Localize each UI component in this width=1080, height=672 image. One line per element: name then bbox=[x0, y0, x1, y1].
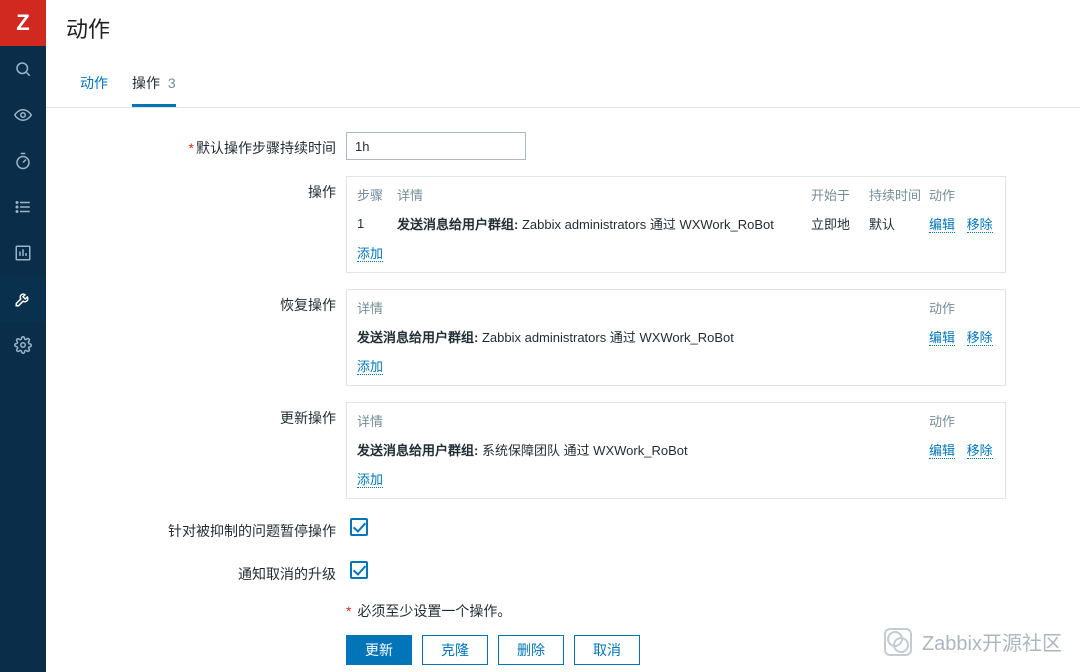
cell-duration: 默认 bbox=[869, 214, 929, 233]
remove-link[interactable]: 移除 bbox=[967, 443, 993, 459]
chart-icon[interactable] bbox=[0, 230, 46, 276]
col-start: 开始于 bbox=[811, 185, 869, 204]
form: *默认操作步骤持续时间 操作 步骤 详情 开始于 持续时间 动作 bbox=[46, 108, 1080, 672]
operation-row: 1 发送消息给用户群组: Zabbix administrators 通过 WX… bbox=[357, 210, 995, 237]
remove-link[interactable]: 移除 bbox=[967, 217, 993, 233]
label-recovery: 恢复操作 bbox=[80, 289, 346, 315]
watermark-text: Zabbix开源社区 bbox=[922, 627, 1062, 656]
page-title: 动作 bbox=[46, 0, 1080, 52]
input-default-duration[interactable] bbox=[346, 132, 526, 160]
add-update-link[interactable]: 添加 bbox=[357, 472, 383, 488]
add-recovery-link[interactable]: 添加 bbox=[357, 359, 383, 375]
col-detail: 详情 bbox=[357, 298, 929, 317]
search-icon[interactable] bbox=[0, 46, 46, 92]
label-notify-cancel: 通知取消的升级 bbox=[80, 558, 346, 584]
col-actions: 动作 bbox=[929, 298, 995, 317]
label-pause: 针对被抑制的问题暂停操作 bbox=[80, 515, 346, 541]
label-operations: 操作 bbox=[80, 176, 346, 202]
recovery-row: 发送消息给用户群组: Zabbix administrators 通过 WXWo… bbox=[357, 323, 995, 350]
brand-logo[interactable]: Z bbox=[0, 0, 46, 46]
cell-detail: 发送消息给用户群组: Zabbix administrators 通过 WXWo… bbox=[357, 327, 929, 346]
update-row: 发送消息给用户群组: 系统保障团队 通过 WXWork_RoBot 编辑 移除 bbox=[357, 436, 995, 463]
gear-icon[interactable] bbox=[0, 322, 46, 368]
tab-operations[interactable]: 操作 3 bbox=[132, 62, 176, 107]
tab-count: 3 bbox=[168, 75, 176, 91]
wrench-icon[interactable] bbox=[0, 276, 46, 322]
tabs: 动作 操作 3 bbox=[46, 62, 1080, 108]
list-icon[interactable] bbox=[0, 184, 46, 230]
main-content: 动作 动作 操作 3 *默认操作步骤持续时间 操作 bbox=[46, 0, 1080, 672]
add-operation-link[interactable]: 添加 bbox=[357, 246, 383, 262]
label-update: 更新操作 bbox=[80, 402, 346, 428]
label-default-duration: *默认操作步骤持续时间 bbox=[80, 132, 346, 158]
edit-link[interactable]: 编辑 bbox=[929, 217, 955, 233]
col-step: 步骤 bbox=[357, 185, 397, 204]
cell-start: 立即地 bbox=[811, 214, 869, 233]
update-button[interactable]: 更新 bbox=[346, 635, 412, 665]
tab-label: 动作 bbox=[80, 75, 108, 91]
update-box: 详情 动作 发送消息给用户群组: 系统保障团队 通过 WXWork_RoBot … bbox=[346, 402, 1006, 499]
clone-button[interactable]: 克隆 bbox=[422, 635, 488, 665]
col-detail: 详情 bbox=[357, 411, 929, 430]
sidebar: Z bbox=[0, 0, 46, 672]
remove-link[interactable]: 移除 bbox=[967, 330, 993, 346]
cell-detail: 发送消息给用户群组: 系统保障团队 通过 WXWork_RoBot bbox=[357, 440, 929, 459]
watermark: Zabbix开源社区 bbox=[884, 627, 1062, 656]
tab-label: 操作 bbox=[132, 75, 160, 91]
checkbox-pause[interactable] bbox=[350, 518, 368, 536]
wechat-icon bbox=[884, 628, 912, 656]
edit-link[interactable]: 编辑 bbox=[929, 443, 955, 459]
operations-box: 步骤 详情 开始于 持续时间 动作 1 发送消息给用户群组: Zabbix ad… bbox=[346, 176, 1006, 273]
checkbox-notify-cancel[interactable] bbox=[350, 561, 368, 579]
stopwatch-icon[interactable] bbox=[0, 138, 46, 184]
col-detail: 详情 bbox=[397, 185, 811, 204]
delete-button[interactable]: 删除 bbox=[498, 635, 564, 665]
cell-step: 1 bbox=[357, 216, 397, 231]
edit-link[interactable]: 编辑 bbox=[929, 330, 955, 346]
recovery-box: 详情 动作 发送消息给用户群组: Zabbix administrators 通… bbox=[346, 289, 1006, 386]
col-actions: 动作 bbox=[929, 411, 995, 430]
cell-detail: 发送消息给用户群组: Zabbix administrators 通过 WXWo… bbox=[397, 214, 811, 233]
eye-icon[interactable] bbox=[0, 92, 46, 138]
cancel-button[interactable]: 取消 bbox=[574, 635, 640, 665]
col-actions: 动作 bbox=[929, 185, 995, 204]
hint-text: * 必须至少设置一个操作。 bbox=[346, 601, 1046, 621]
col-duration: 持续时间 bbox=[869, 185, 929, 204]
tab-action[interactable]: 动作 bbox=[80, 62, 108, 107]
